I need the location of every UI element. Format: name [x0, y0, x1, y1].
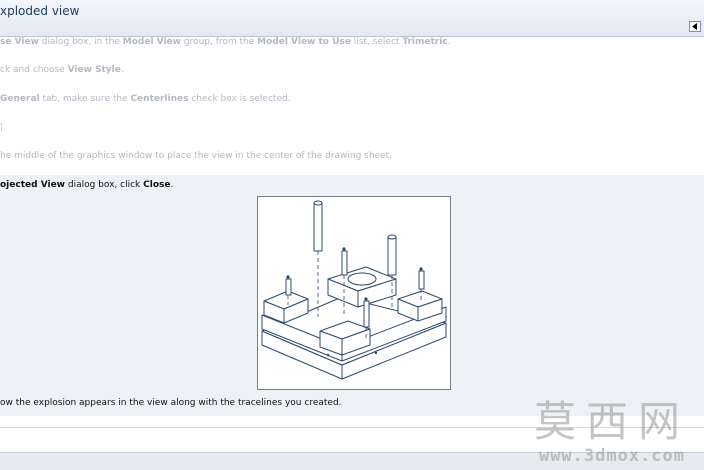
step-place-view: he middle of the graphics window to plac…	[0, 151, 392, 161]
step-text: Model View to Use	[257, 37, 351, 47]
step-text: Model View	[122, 37, 181, 47]
step-model-view: se View dialog box, in the Model View gr…	[0, 37, 451, 47]
step-text: General	[0, 94, 40, 104]
step-explosion-note: ow the explosion appears in the view alo…	[0, 398, 342, 408]
watermark-main: 莫西网	[533, 397, 690, 446]
step-close-dialog: ojected View dialog box, click Close.	[0, 180, 173, 190]
step-text: Close	[143, 180, 171, 190]
step-general-tab: General tab, make sure the Centerlines c…	[0, 94, 291, 104]
step-text: dialog box, click	[65, 180, 144, 190]
step-text: .	[170, 180, 174, 190]
step-text: Trimetric	[402, 37, 448, 47]
step-text: ck and choose	[0, 65, 68, 75]
collapse-button[interactable]	[689, 21, 701, 32]
step-text: dialog box, in the	[38, 37, 123, 47]
title-bar: xploded view	[0, 0, 704, 37]
step-text: View Style	[67, 65, 121, 75]
page-title: xploded view	[0, 4, 80, 18]
step-text: Centerlines	[130, 94, 189, 104]
watermark-sub: www.3dmox.com	[538, 446, 686, 466]
watermark-logo: 莫西网 www.3dmox.com	[533, 397, 690, 467]
exploded-view-figure	[257, 196, 451, 390]
step-text: .	[447, 37, 451, 47]
step-text: se View	[0, 37, 39, 47]
step-text: .	[120, 65, 124, 75]
step-marker: ¦	[0, 122, 4, 132]
step-text: ojected View	[0, 180, 65, 190]
step-text: group, from the	[180, 37, 258, 47]
step-text: ow the explosion appears in the view alo…	[0, 398, 342, 408]
triangle-left-icon	[692, 23, 697, 30]
step-text: check box is selected.	[188, 94, 291, 104]
step-text: he middle of the graphics window to plac…	[0, 151, 393, 161]
step-view-style: ck and choose View Style.	[0, 65, 124, 75]
step-text: tab, make sure the	[39, 94, 131, 104]
step-text: list, select	[350, 37, 403, 47]
exploded-assembly-illustration	[261, 200, 447, 380]
